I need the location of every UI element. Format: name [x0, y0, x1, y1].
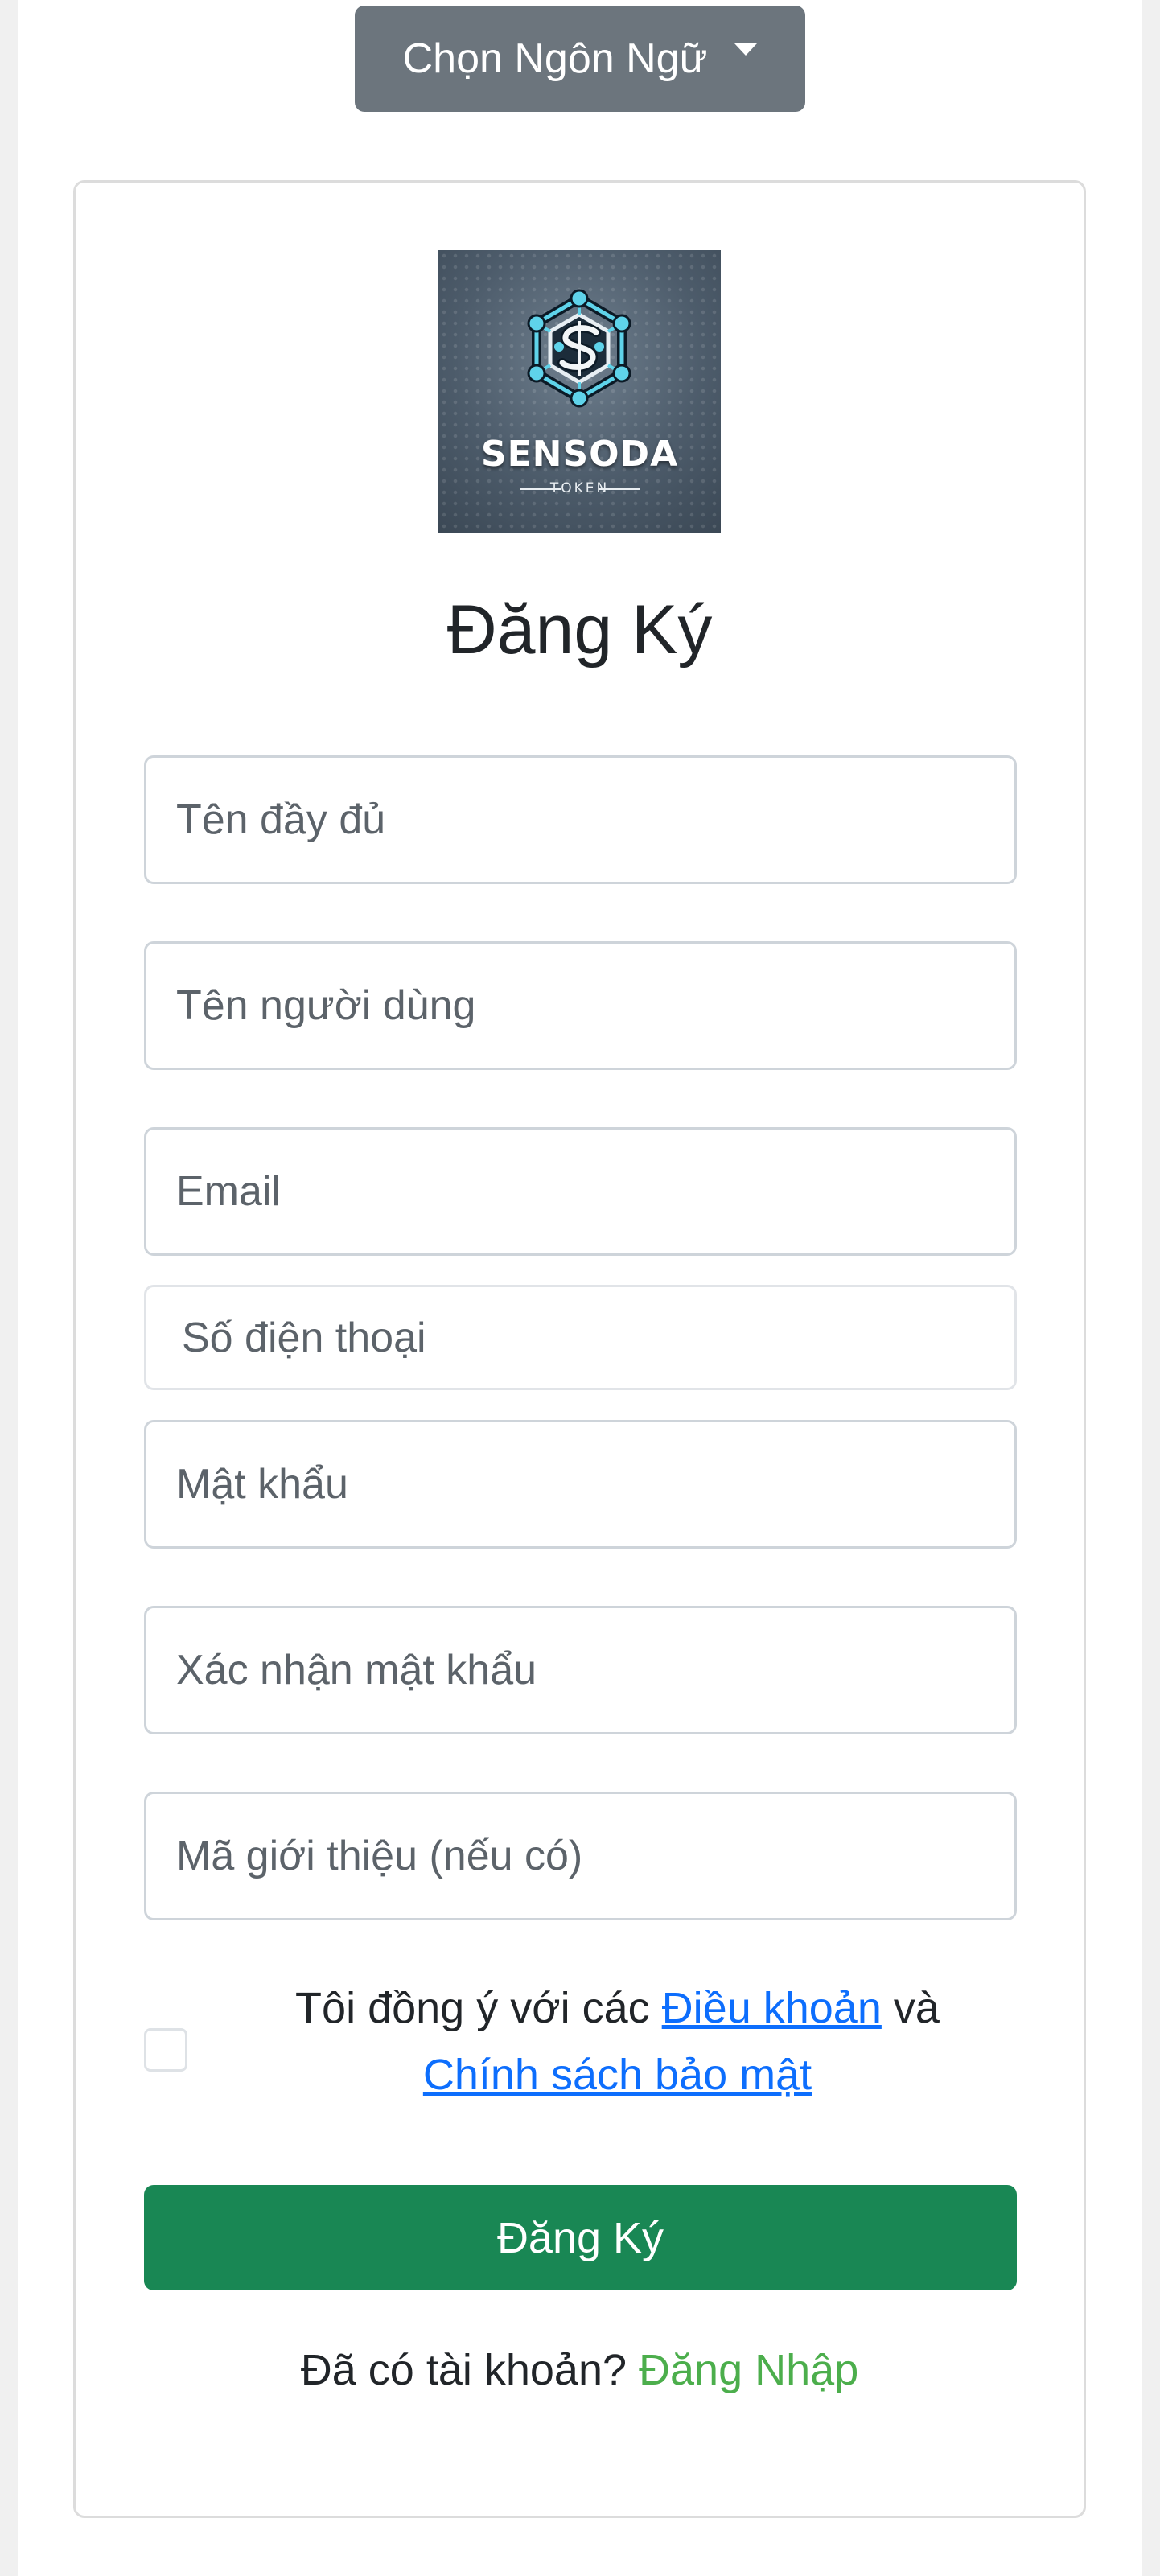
page-title: Đăng Ký	[446, 591, 713, 669]
sensoda-logo: SENSODA TOKEN	[438, 250, 721, 533]
privacy-policy-link[interactable]: Chính sách bảo mật	[423, 2051, 812, 2099]
language-dropdown-label: Chọn Ngôn Ngữ	[402, 35, 708, 82]
referral-code-input[interactable]	[144, 1792, 1017, 1920]
login-link[interactable]: Đăng Nhập	[639, 2346, 858, 2394]
language-dropdown-button[interactable]: Chọn Ngôn Ngữ	[355, 6, 805, 112]
terms-checkbox[interactable]	[144, 2028, 187, 2072]
caret-down-icon	[734, 43, 758, 56]
logo-wordmark: SENSODA	[480, 434, 679, 475]
terms-consent-text: Tôi đồng ý với các Điều khoản và Chính s…	[233, 1975, 1002, 2109]
confirm-password-input[interactable]	[144, 1606, 1017, 1734]
register-button[interactable]: Đăng Ký	[144, 2185, 1017, 2290]
full-name-input[interactable]	[144, 755, 1017, 884]
login-prompt-text: Đã có tài khoản?	[300, 2346, 627, 2394]
consent-prefix: Tôi đồng ý với các	[295, 1984, 650, 2032]
username-input[interactable]	[144, 941, 1017, 1070]
consent-conjunction: và	[893, 1984, 940, 2032]
terms-link[interactable]: Điều khoản	[662, 1984, 882, 2032]
phone-input[interactable]	[144, 1285, 1017, 1390]
login-prompt-row: Đã có tài khoản? Đăng Nhập	[73, 2338, 1086, 2402]
logo-subtitle: TOKEN	[549, 480, 610, 496]
password-input[interactable]	[144, 1420, 1017, 1549]
email-input[interactable]	[144, 1127, 1017, 1256]
